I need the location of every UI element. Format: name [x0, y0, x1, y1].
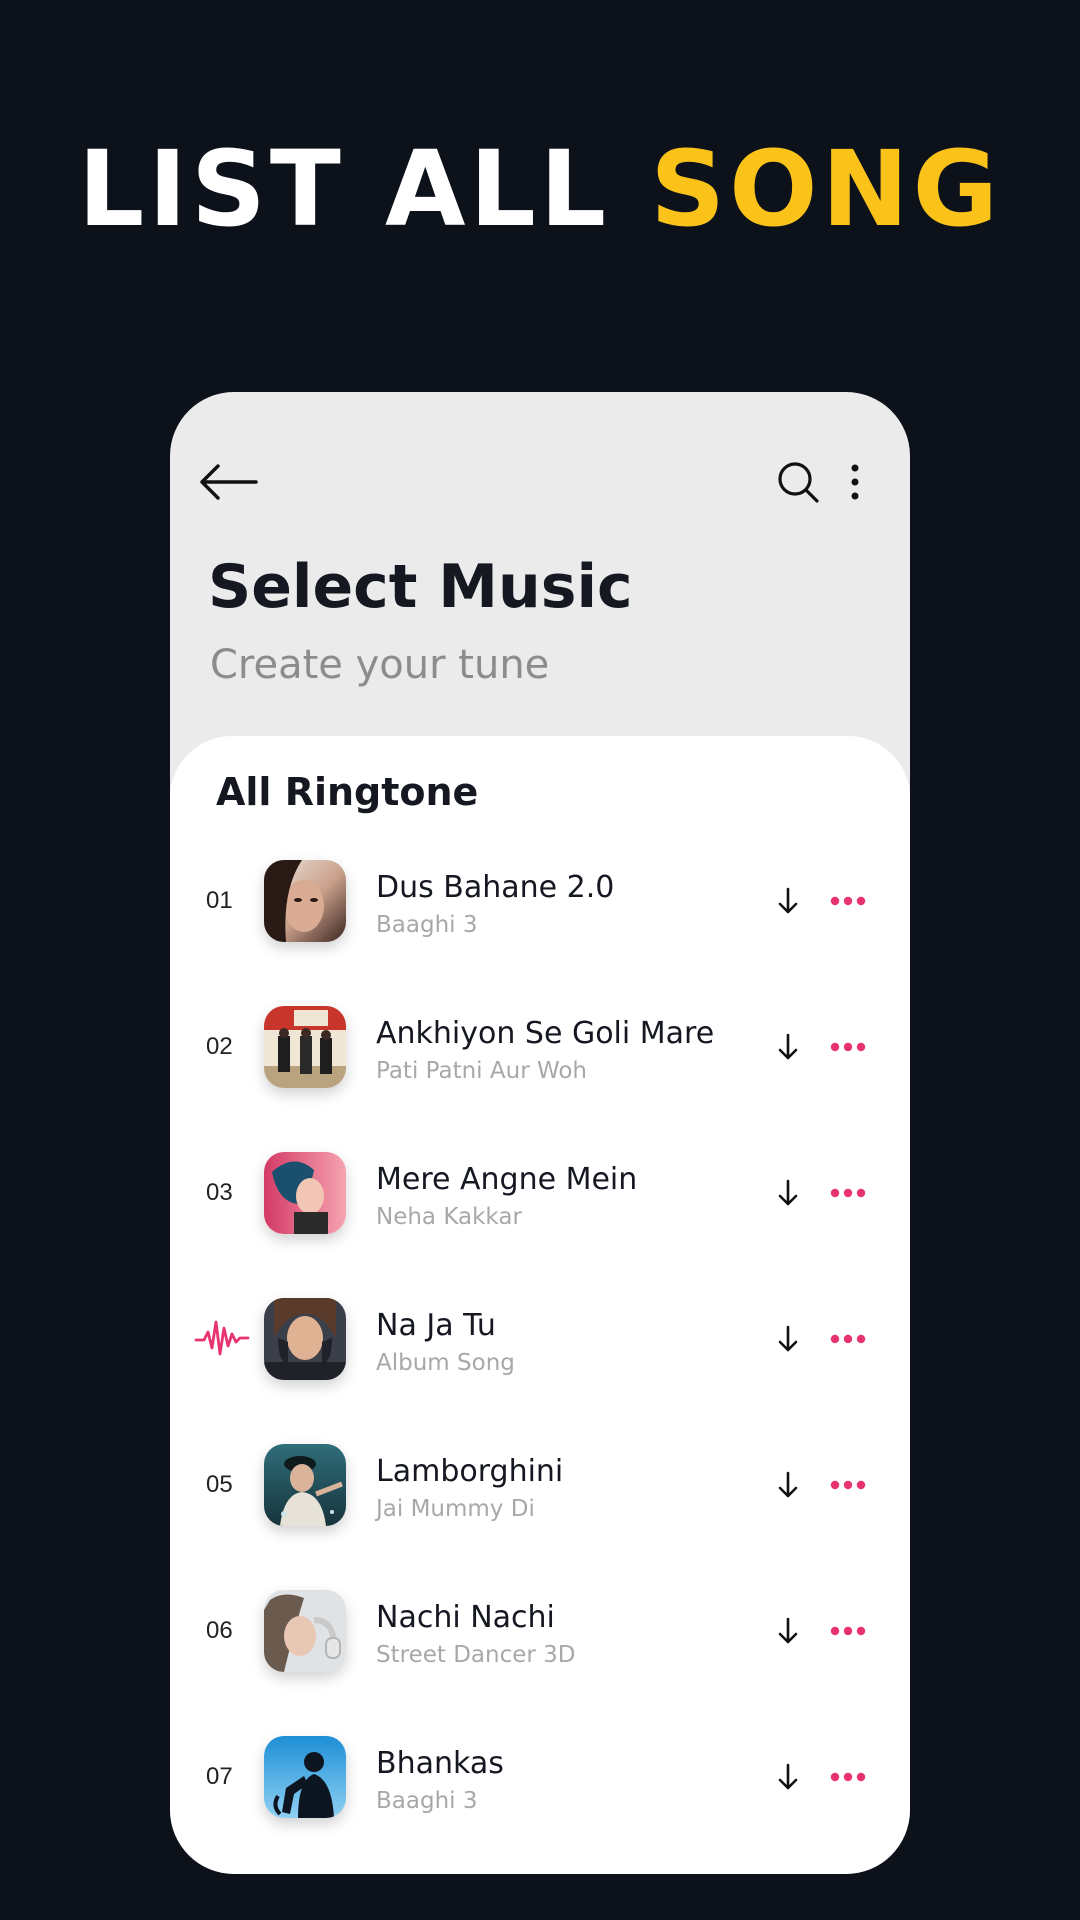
list-item[interactable]: 05 Lamborghini Jai Mummy Di — [170, 1412, 910, 1558]
song-options-button[interactable] — [826, 1027, 870, 1067]
more-horizontal-icon — [830, 1772, 866, 1782]
track-number: 07 — [206, 1763, 233, 1790]
song-title: Na Ja Tu — [376, 1308, 496, 1343]
track-number: 06 — [206, 1617, 233, 1644]
song-title: Mere Angne Mein — [376, 1162, 638, 1197]
song-title: Nachi Nachi — [376, 1600, 555, 1635]
song-options-button[interactable] — [826, 1611, 870, 1651]
album-art — [264, 1444, 346, 1526]
headline: LIST ALL SONG — [0, 128, 1080, 250]
song-artist: Street Dancer 3D — [376, 1642, 576, 1668]
album-art — [264, 1736, 346, 1818]
song-title: Lamborghini — [376, 1454, 564, 1489]
song-title: Ankhiyon Se Goli Mare — [376, 1016, 715, 1051]
album-art — [264, 1152, 346, 1234]
album-art — [264, 1298, 346, 1380]
ringtone-list-panel: All Ringtone 01 Dus Bahane 2.0 Baaghi 3 … — [170, 736, 910, 1874]
song-title: Dus Bahane 2.0 — [376, 870, 615, 905]
track-number: 01 — [206, 887, 233, 914]
download-button[interactable] — [768, 881, 808, 921]
list-item[interactable]: 06 Nachi Nachi Street Dancer 3D — [170, 1558, 910, 1704]
more-horizontal-icon — [830, 1188, 866, 1198]
arrow-down-icon — [778, 1763, 798, 1790]
song-artist: Baaghi 3 — [376, 1788, 478, 1814]
arrow-down-icon — [778, 1617, 798, 1644]
list-item[interactable]: 02 Ankhiyon Se Goli Mare Pati Patni Aur … — [170, 974, 910, 1120]
download-button[interactable] — [768, 1173, 808, 1213]
headline-part2: SONG — [650, 128, 1002, 250]
song-artist: Neha Kakkar — [376, 1204, 522, 1230]
page-subtitle: Create your tune — [210, 642, 550, 688]
song-artist: Album Song — [376, 1350, 515, 1376]
more-horizontal-icon — [830, 1626, 866, 1636]
arrow-down-icon — [778, 1325, 798, 1352]
arrow-down-icon — [778, 1179, 798, 1206]
list-item[interactable]: 07 Bhankas Baaghi 3 — [170, 1704, 910, 1850]
headline-part1: LIST ALL — [78, 128, 611, 250]
song-options-button[interactable] — [826, 1757, 870, 1797]
phone-screen: Select Music Create your tune All Ringto… — [170, 392, 910, 1874]
song-options-button[interactable] — [826, 1465, 870, 1505]
arrow-down-icon — [778, 1471, 798, 1498]
song-artist: Pati Patni Aur Woh — [376, 1058, 587, 1084]
more-horizontal-icon — [830, 1042, 866, 1052]
search-icon — [778, 462, 819, 503]
download-button[interactable] — [768, 1319, 808, 1359]
track-number: 05 — [206, 1471, 233, 1498]
song-options-button[interactable] — [826, 881, 870, 921]
search-button[interactable] — [768, 452, 828, 512]
now-playing-wave-icon — [194, 1314, 250, 1367]
more-vertical-icon — [851, 464, 859, 500]
song-options-button[interactable] — [826, 1319, 870, 1359]
arrow-left-icon — [200, 464, 258, 500]
song-title: Bhankas — [376, 1746, 504, 1781]
page-title: Select Music — [208, 552, 633, 622]
more-horizontal-icon — [830, 1480, 866, 1490]
more-options-button[interactable] — [825, 452, 885, 512]
song-artist: Jai Mummy Di — [376, 1496, 535, 1522]
download-button[interactable] — [768, 1611, 808, 1651]
more-horizontal-icon — [830, 896, 866, 906]
arrow-down-icon — [778, 887, 798, 914]
download-button[interactable] — [768, 1757, 808, 1797]
arrow-down-icon — [778, 1033, 798, 1060]
section-title: All Ringtone — [216, 770, 479, 814]
download-button[interactable] — [768, 1027, 808, 1067]
album-art — [264, 1006, 346, 1088]
track-number: 02 — [206, 1033, 233, 1060]
top-bar — [170, 452, 910, 512]
list-item[interactable]: 01 Dus Bahane 2.0 Baaghi 3 — [170, 828, 910, 974]
album-art — [264, 1590, 346, 1672]
list-item[interactable]: 03 Mere Angne Mein Neha Kakkar — [170, 1120, 910, 1266]
list-item[interactable]: Na Ja Tu Album Song — [170, 1266, 910, 1412]
album-art — [264, 860, 346, 942]
track-number: 03 — [206, 1179, 233, 1206]
back-button[interactable] — [198, 452, 258, 512]
download-button[interactable] — [768, 1465, 808, 1505]
song-artist: Baaghi 3 — [376, 912, 478, 938]
more-horizontal-icon — [830, 1334, 866, 1344]
song-options-button[interactable] — [826, 1173, 870, 1213]
